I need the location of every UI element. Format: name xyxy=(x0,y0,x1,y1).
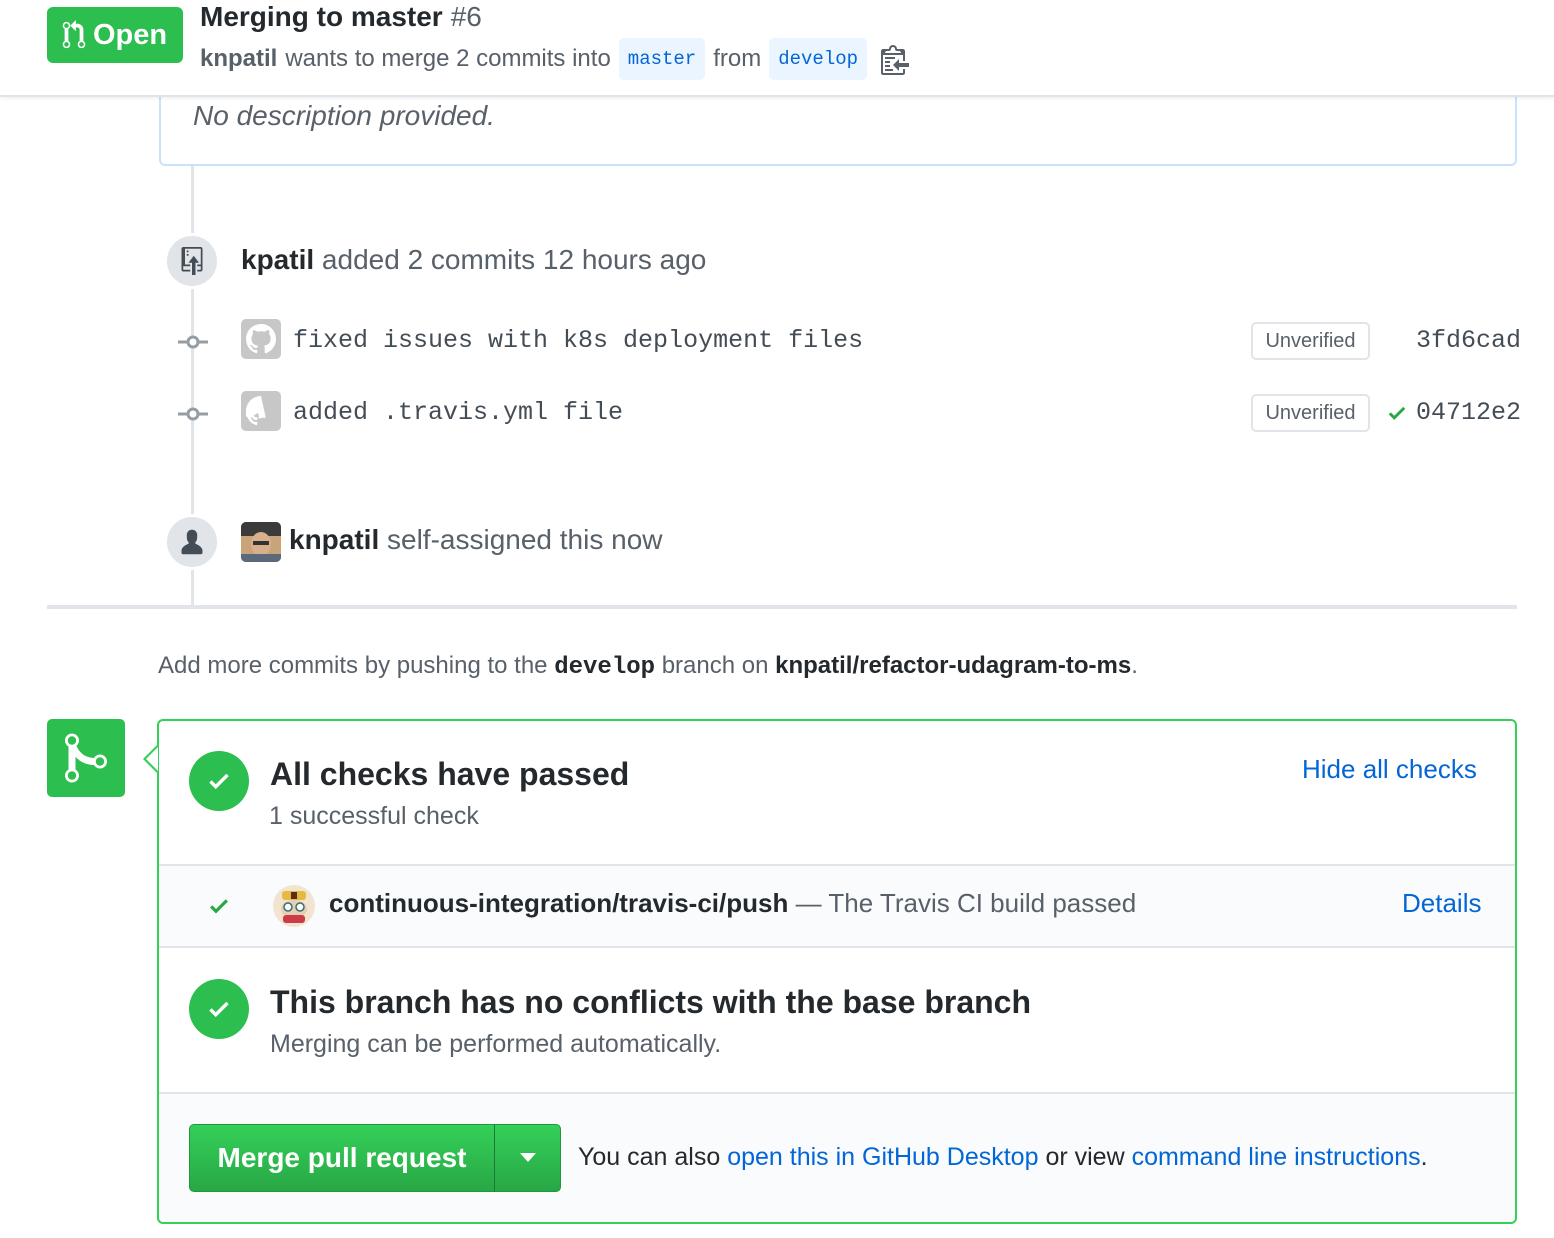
commit-sha-link[interactable]: 04712e2 xyxy=(1416,398,1521,427)
commits-event-desc: added 2 commits 12 hours ago xyxy=(321,244,707,275)
commit-message-link[interactable]: fixed issues with k8s deployment files xyxy=(293,326,863,355)
merge-alt-suffix: . xyxy=(1420,1143,1428,1171)
pr-title-text: Merging to master xyxy=(200,1,443,32)
git-commit-icon xyxy=(178,407,208,421)
pr-sticky-header: Open Merging to master #6 knpatil wants t… xyxy=(0,0,1554,97)
pr-merge-text: wants to merge 2 commits into xyxy=(285,45,611,72)
assign-event-desc: self-assigned this now xyxy=(387,524,663,555)
status-check-description: — The Travis CI build passed xyxy=(795,888,1137,918)
check-icon xyxy=(209,773,229,790)
head-branch-label[interactable]: develop xyxy=(769,38,868,80)
check-details-link[interactable]: Details xyxy=(1402,888,1481,919)
clipboard-icon[interactable] xyxy=(881,43,910,75)
merge-alt-middle: or view xyxy=(1045,1143,1125,1171)
commit-message-link[interactable]: added .travis.yml file xyxy=(293,398,623,427)
pr-state-badge: Open xyxy=(47,7,183,63)
check-icon[interactable] xyxy=(1384,402,1410,424)
push-hint-repo: knpatil/refactor-udagram-to-ms xyxy=(775,652,1132,679)
command-line-instructions-link[interactable]: command line instructions xyxy=(1132,1143,1421,1171)
conflicts-subtitle: Merging can be performed automatically. xyxy=(270,1030,722,1058)
assign-event-text: knpatil self-assigned this now xyxy=(289,524,663,556)
timeline-divider xyxy=(47,605,1517,609)
checks-title: All checks have passed xyxy=(270,756,630,792)
assign-event-user[interactable]: knpatil xyxy=(289,524,379,555)
pr-from-text: from xyxy=(713,45,762,72)
git-merge-icon xyxy=(65,733,107,783)
merge-status-badge xyxy=(47,719,125,797)
unverified-badge[interactable]: Unverified xyxy=(1251,322,1370,360)
git-pull-request-icon xyxy=(62,20,86,49)
commits-event-user[interactable]: kpatil xyxy=(241,244,314,275)
commits-event-text: kpatil added 2 commits 12 hours ago xyxy=(241,244,706,276)
hide-all-checks-link[interactable]: Hide all checks xyxy=(1302,754,1477,785)
repo-push-icon xyxy=(181,247,203,275)
push-hint-prefix: Add more commits by pushing to the xyxy=(158,652,548,679)
merge-method-dropdown[interactable] xyxy=(494,1124,561,1192)
pr-title: Merging to master #6 xyxy=(200,0,482,34)
check-icon xyxy=(210,899,228,914)
base-branch-label[interactable]: master xyxy=(618,38,706,80)
status-check-name: continuous-integration/travis-ci/push xyxy=(329,888,789,918)
checks-subtitle: 1 successful check xyxy=(269,802,479,830)
travis-ci-avatar xyxy=(273,885,315,927)
checks-status-circle xyxy=(189,751,249,811)
triangle-down-icon xyxy=(519,1153,536,1162)
git-commit-icon xyxy=(178,335,208,349)
unverified-badge[interactable]: Unverified xyxy=(1251,394,1370,432)
merge-box-caret-inner xyxy=(146,747,158,771)
conflicts-status-circle xyxy=(189,979,249,1039)
push-hint-middle: branch on xyxy=(661,652,769,679)
conflicts-title: This branch has no conflicts with the ba… xyxy=(270,984,1032,1020)
merge-alt-prefix: You can also xyxy=(578,1143,721,1171)
merge-alternatives: You can also open this in GitHub Desktop… xyxy=(578,1143,1428,1172)
push-hint-suffix: . xyxy=(1131,652,1138,679)
commits-event-badge xyxy=(164,233,220,289)
open-in-desktop-link[interactable]: open this in GitHub Desktop xyxy=(727,1143,1038,1171)
assign-event-badge xyxy=(164,514,220,570)
user-avatar[interactable] xyxy=(241,522,281,562)
merge-pull-request-button[interactable]: Merge pull request xyxy=(189,1124,495,1192)
pr-meta: knpatil wants to merge 2 commits into ma… xyxy=(200,38,910,80)
github-avatar-icon[interactable] xyxy=(241,391,281,431)
pr-number: #6 xyxy=(450,1,482,32)
status-check-text: continuous-integration/travis-ci/push — … xyxy=(329,888,1136,919)
push-hint: Add more commits by pushing to the devel… xyxy=(158,652,1138,681)
push-hint-branch: develop xyxy=(554,654,656,681)
check-icon xyxy=(209,1001,229,1018)
github-avatar-icon[interactable] xyxy=(241,319,281,359)
commit-sha-link[interactable]: 3fd6cad xyxy=(1416,326,1521,355)
person-icon xyxy=(181,529,203,555)
pr-author-link[interactable]: knpatil xyxy=(200,42,277,76)
pr-description-text: No description provided. xyxy=(193,100,495,131)
pr-state-label: Open xyxy=(93,18,168,51)
